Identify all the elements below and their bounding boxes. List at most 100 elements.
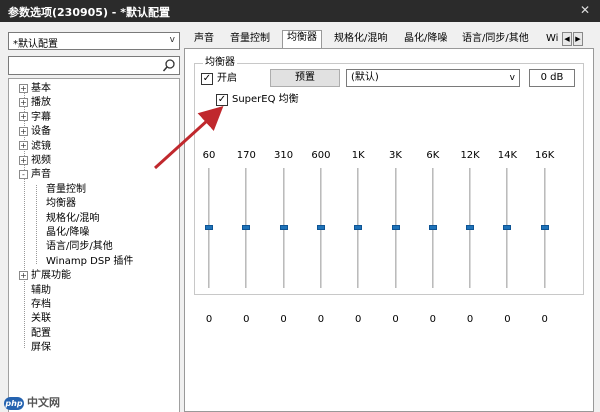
tree-item[interactable]: 关联: [19, 312, 51, 326]
tree-item-label: 关联: [31, 313, 51, 325]
band-frequency-label: 6K: [426, 150, 440, 161]
tab[interactable]: 声音: [190, 32, 218, 48]
left-panel: *默认配置 v + 基本 + 播放 + 字幕 + 设备 + 滤镜 + 视频 - 声音 音量控制 均衡器 规格化/…: [8, 30, 180, 412]
band-slider-thumb[interactable]: [466, 225, 475, 230]
tab[interactable]: 晶化/降噪: [400, 32, 451, 48]
band-value-label: 0: [541, 314, 548, 325]
tree-item-label: 屏保: [31, 342, 51, 354]
band-frequency-label: 16K: [535, 150, 555, 161]
tree-item-label: Winamp DSP 插件: [46, 255, 134, 267]
preset-select-value: *默认配置: [13, 39, 58, 50]
tree-item-label: 基本: [31, 83, 51, 94]
expand-icon[interactable]: +: [19, 83, 28, 93]
band-slider-thumb[interactable]: [540, 225, 549, 230]
band-slider-thumb[interactable]: [316, 225, 325, 230]
band-value-label: 0: [243, 314, 250, 325]
band-value-label: 0: [466, 314, 474, 325]
tree-item[interactable]: 辅助: [19, 284, 51, 298]
settings-tree: + 基本 + 播放 + 字幕 + 设备 + 滤镜 + 视频 - 声音 音量控制 均衡器 规格化/混响 晶化/降噪语…: [8, 78, 180, 412]
expand-icon[interactable]: +: [19, 141, 28, 151]
tree-item[interactable]: + 字幕: [19, 111, 51, 125]
band-value-label: 0: [355, 314, 362, 325]
tree-item-label: 音量控制: [46, 183, 86, 195]
tree-item[interactable]: + 视频: [19, 154, 51, 168]
close-icon[interactable]: ✕: [580, 3, 590, 17]
band-slider-thumb[interactable]: [391, 225, 400, 230]
tree-item[interactable]: 配置: [19, 327, 51, 341]
preset-select[interactable]: *默认配置 v: [8, 32, 180, 50]
supereq-label: SuperEQ 均衡: [232, 94, 299, 105]
supereq-checkbox[interactable]: ✓: [216, 94, 228, 106]
watermark: php 中文网: [4, 394, 60, 410]
tab[interactable]: 规格化/混响: [330, 32, 391, 48]
expand-icon[interactable]: +: [19, 126, 28, 136]
band-value-label: 0: [504, 314, 511, 325]
band-frequency-label: 1K: [351, 150, 365, 161]
band-value-label: 0: [392, 314, 399, 325]
tree-item-label: 滤镜: [31, 140, 51, 152]
tree-item[interactable]: + 基本: [19, 82, 51, 96]
tab-scroll-left-icon[interactable]: ◀: [562, 32, 572, 46]
equalizer-group-title: 均衡器: [203, 57, 237, 69]
tree-item[interactable]: + 滤镜: [19, 140, 51, 154]
expand-icon[interactable]: +: [19, 97, 28, 107]
band-frequency-label: 600: [311, 150, 331, 161]
preset-dropdown-value: (默认): [351, 72, 379, 83]
tab[interactable]: 音量控制: [226, 32, 274, 48]
band-value-label: 0: [280, 314, 287, 325]
tree-item[interactable]: 均衡器: [46, 197, 76, 211]
tree-item[interactable]: 语言/同步/其他: [46, 240, 113, 254]
tree-item[interactable]: + 播放: [19, 96, 51, 110]
expand-icon[interactable]: +: [19, 155, 28, 165]
tree-item-label: 扩展功能: [31, 270, 71, 282]
band-frequency-label: 3K: [389, 150, 402, 161]
band-value-label: 0: [317, 314, 325, 325]
tree-item-label: 播放: [31, 97, 51, 109]
tree-item[interactable]: Winamp DSP 插件: [46, 255, 133, 269]
band-slider-thumb[interactable]: [279, 225, 288, 230]
tab-content: 均衡器 ✓ 开启 预置 (默认) v 0 dB ✓ SuperEQ 均衡 60 0…: [184, 48, 594, 412]
chevron-down-icon: v: [509, 73, 515, 83]
tree-item-label: 声音: [31, 169, 51, 181]
band-value-label: 0: [205, 314, 213, 325]
tree-item-label: 辅助: [31, 284, 51, 296]
tree-item-label: 均衡器: [46, 198, 76, 210]
band-slider-thumb[interactable]: [503, 225, 512, 230]
tree-item[interactable]: + 设备: [19, 125, 51, 139]
right-panel: ◀ ▶ 声音 音量控制 均衡器 规格化/混响 晶化/降噪 语言/同步/其他 Wi 均衡器 ✓…: [184, 28, 600, 412]
tab[interactable]: 均衡器: [282, 30, 322, 49]
expand-icon[interactable]: +: [19, 112, 28, 122]
tree-item[interactable]: - 声音: [19, 168, 51, 182]
tab-bar: ◀ ▶ 声音 音量控制 均衡器 规格化/混响 晶化/降噪 语言/同步/其他 Wi: [184, 30, 600, 49]
title-bar: 参数选项(230905) - *默认配置 ✕: [0, 0, 600, 22]
tree-item[interactable]: 屏保: [19, 341, 51, 355]
watermark-text: 中文网: [27, 396, 60, 409]
search-icon[interactable]: [161, 57, 177, 74]
tree-item[interactable]: + 扩展功能: [19, 269, 71, 283]
tree-item[interactable]: 音量控制: [46, 183, 86, 197]
tree-item-label: 字幕: [31, 111, 51, 123]
search-box[interactable]: [8, 56, 180, 75]
tree-item[interactable]: 规格化/混响: [46, 212, 99, 226]
band-slider-thumb[interactable]: [428, 225, 437, 230]
band-value-label: 0: [429, 314, 436, 325]
tab-scroll-right-icon[interactable]: ▶: [573, 32, 583, 46]
collapse-icon[interactable]: -: [19, 169, 28, 179]
tree-guide-line: [36, 184, 37, 264]
window-title: 参数选项(230905) - *默认配置: [8, 6, 170, 19]
tree-item[interactable]: 晶化/降噪: [46, 226, 89, 240]
band-slider-thumb[interactable]: [354, 225, 363, 230]
preset-button[interactable]: 预置: [270, 69, 340, 87]
tree-item-label: 配置: [31, 327, 51, 339]
gain-value-field[interactable]: 0 dB: [529, 69, 575, 87]
search-input[interactable]: [11, 58, 159, 73]
band-slider-thumb[interactable]: [205, 225, 213, 230]
enable-checkbox[interactable]: ✓: [201, 73, 213, 85]
tree-item[interactable]: 存档: [19, 298, 51, 312]
band-frequency-label: 170: [236, 150, 256, 161]
tab[interactable]: 语言/同步/其他: [458, 32, 533, 48]
preset-dropdown[interactable]: (默认) v: [346, 69, 520, 87]
expand-icon[interactable]: +: [19, 270, 28, 280]
band-slider-thumb[interactable]: [242, 225, 251, 230]
tab[interactable]: Wi: [542, 32, 562, 48]
